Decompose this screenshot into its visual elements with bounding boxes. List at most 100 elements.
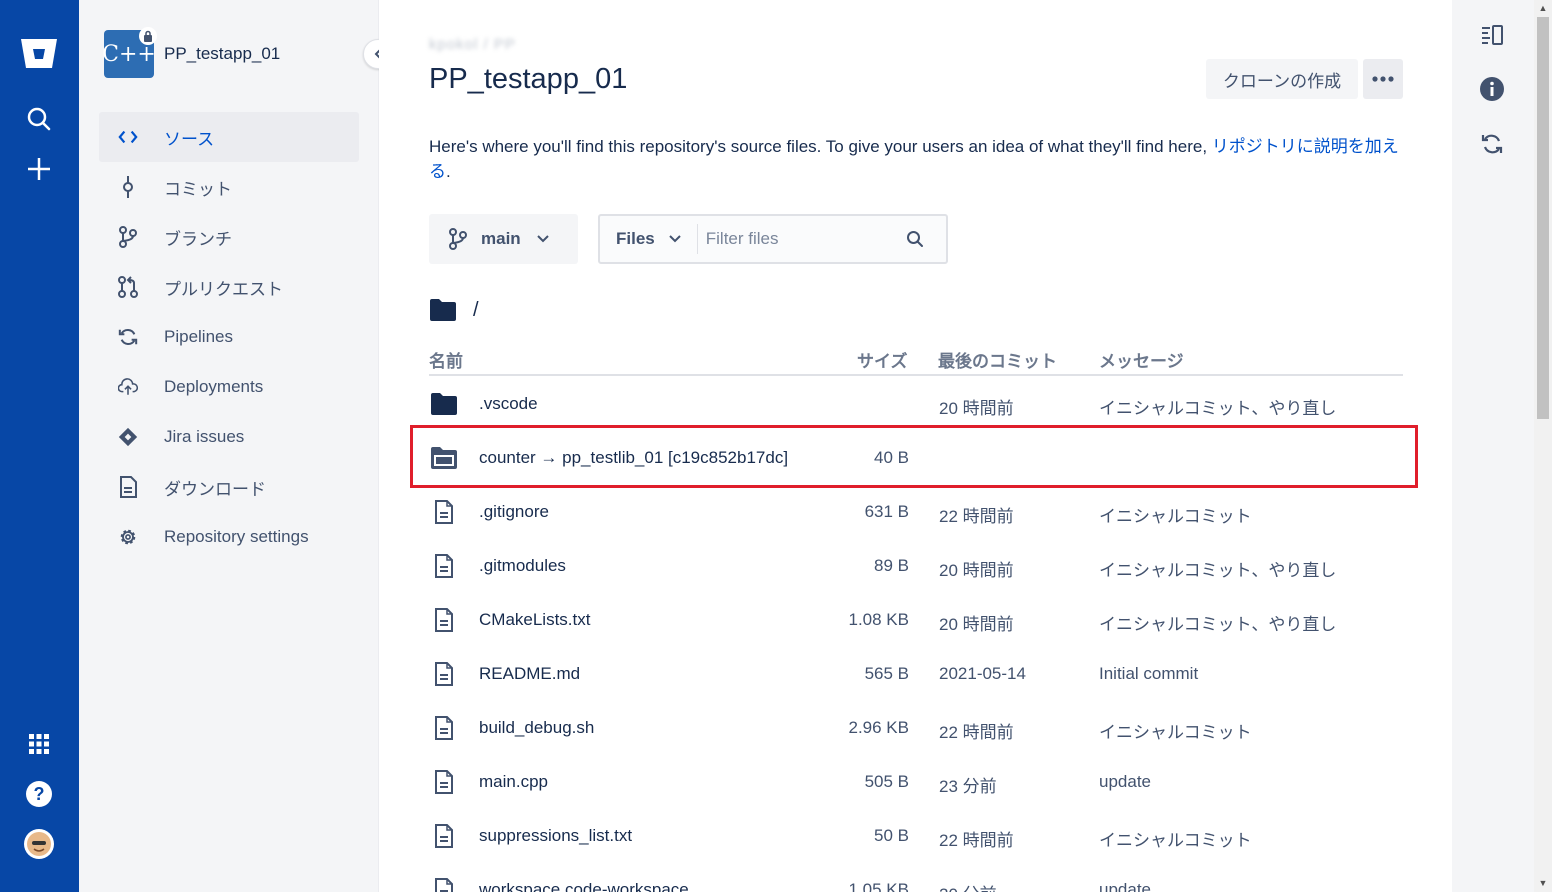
commit-message[interactable]: イニシャルコミット: [1099, 718, 1252, 743]
file-icon: [429, 551, 459, 581]
more-icon: [1372, 76, 1394, 82]
app-switcher-icon[interactable]: [19, 724, 59, 764]
current-path: /: [429, 298, 479, 322]
file-size: 89 B: [874, 556, 909, 575]
commit-message[interactable]: イニシャルコミット: [1099, 826, 1252, 851]
info-icon[interactable]: [1477, 74, 1507, 104]
sidebar-item-label: Repository settings: [164, 527, 309, 546]
column-header-message[interactable]: メッセージ: [1099, 347, 1184, 372]
branch-selector[interactable]: main: [429, 214, 578, 264]
commit-message[interactable]: イニシャルコミット、やり直し: [1099, 556, 1336, 581]
clone-button[interactable]: クローンの作成: [1206, 59, 1358, 99]
file-name-link[interactable]: .vscode: [479, 394, 538, 414]
right-panel: [1452, 0, 1534, 892]
sidebar-item-label: Pipelines: [164, 327, 233, 346]
file-name-link[interactable]: workspace.code-workspace: [479, 880, 689, 892]
sidebar-item-label: コミット: [164, 179, 232, 199]
filter-files-input[interactable]: [705, 229, 906, 249]
breadcrumb[interactable]: kpokol / PP: [429, 36, 516, 53]
file-size: 565 B: [864, 664, 909, 683]
create-plus-icon[interactable]: [19, 149, 59, 189]
file-size: 2.96 KB: [848, 718, 910, 737]
search-icon[interactable]: [906, 230, 924, 248]
scroll-up-arrow[interactable]: ▲: [1538, 3, 1548, 13]
table-row[interactable]: main.cpp 505 B 23 分前 update: [429, 755, 1403, 809]
highlight-box: [410, 425, 1418, 488]
gear-icon: [118, 527, 138, 547]
sidebar-item-branches[interactable]: ブランチ: [99, 212, 359, 262]
commit-message[interactable]: イニシャルコミット: [1099, 502, 1252, 527]
user-avatar[interactable]: [19, 824, 59, 864]
file-icon: [429, 659, 459, 689]
source-code-icon: [118, 127, 138, 147]
file-name-link[interactable]: README.md: [479, 664, 580, 684]
last-commit-date: 22 時間前: [939, 831, 1014, 850]
bitbucket-logo-icon[interactable]: [19, 33, 59, 73]
last-commit-date: 22 時間前: [939, 507, 1014, 526]
sidebar-item-pipelines[interactable]: Pipelines: [99, 312, 359, 362]
download-icon: [118, 476, 138, 498]
scroll-down-arrow[interactable]: ▼: [1538, 878, 1548, 888]
table-row[interactable]: README.md 565 B 2021-05-14 Initial commit: [429, 647, 1403, 701]
commit-message[interactable]: イニシャルコミット、やり直し: [1099, 394, 1336, 419]
description-text: Here's where you'll find this repository…: [429, 137, 1212, 156]
search-icon[interactable]: [19, 99, 59, 139]
file-size: 631 B: [864, 502, 909, 521]
branch-name: main: [481, 229, 521, 248]
column-header-size[interactable]: サイズ: [857, 347, 908, 372]
file-icon: [429, 767, 459, 797]
file-icon: [429, 605, 459, 635]
refresh-icon[interactable]: [1477, 129, 1507, 159]
filter-type-dropdown[interactable]: Files: [616, 229, 655, 249]
folder-icon: [430, 299, 456, 321]
sidebar-item-repository-settings[interactable]: Repository settings: [99, 512, 359, 562]
column-header-last-commit[interactable]: 最後のコミット: [938, 347, 1057, 372]
path-text[interactable]: /: [473, 299, 479, 322]
sidebar-item-source[interactable]: ソース: [99, 112, 359, 162]
more-actions-button[interactable]: [1363, 59, 1403, 99]
repo-name[interactable]: PP_testapp_01: [164, 44, 280, 64]
file-name-link[interactable]: build_debug.sh: [479, 718, 594, 738]
file-icon: [429, 713, 459, 743]
repo-avatar-text: C++: [102, 41, 156, 67]
last-commit-date: 20 時間前: [939, 561, 1014, 580]
sidebar-item-jira-issues[interactable]: Jira issues: [99, 412, 359, 462]
commit-icon: [118, 176, 138, 198]
commit-message[interactable]: update: [1099, 772, 1151, 792]
file-tree-icon[interactable]: [1477, 20, 1507, 50]
commit-message[interactable]: update: [1099, 880, 1151, 892]
lock-icon: [139, 27, 157, 45]
sidebar-item-deployments[interactable]: Deployments: [99, 362, 359, 412]
sidebar-item-pull-requests[interactable]: プルリクエスト: [99, 262, 359, 312]
sidebar: C++ PP_testapp_01 ソース コミット ブランチ プルリクエスト …: [79, 0, 393, 892]
table-row[interactable]: CMakeLists.txt 1.08 KB 20 時間前 イニシャルコミット、やり直…: [429, 593, 1403, 647]
commit-message[interactable]: Initial commit: [1099, 664, 1198, 684]
table-row[interactable]: .gitignore 631 B 22 時間前 イニシャルコミット: [429, 485, 1403, 539]
chevron-down-icon[interactable]: [669, 235, 681, 243]
file-name-link[interactable]: .gitignore: [479, 502, 549, 522]
scroll-thumb[interactable]: [1537, 17, 1549, 419]
table-row[interactable]: suppressions_list.txt 50 B 22 時間前 イニシャルコミット: [429, 809, 1403, 863]
chevron-down-icon: [536, 235, 549, 243]
deployments-icon: [118, 377, 138, 397]
file-name-link[interactable]: .gitmodules: [479, 556, 566, 576]
repo-description: Here's where you'll find this repository…: [429, 134, 1404, 184]
file-name-link[interactable]: suppressions_list.txt: [479, 826, 632, 846]
branch-icon: [118, 226, 138, 248]
file-icon: [429, 821, 459, 851]
table-row[interactable]: .vscode 20 時間前 イニシャルコミット、やり直し: [429, 377, 1403, 431]
table-row[interactable]: .gitmodules 89 B 20 時間前 イニシャルコミット、やり直し: [429, 539, 1403, 593]
column-header-name[interactable]: 名前: [429, 347, 463, 372]
file-name-link[interactable]: main.cpp: [479, 772, 548, 792]
commit-message[interactable]: イニシャルコミット、やり直し: [1099, 610, 1336, 635]
file-name-link[interactable]: CMakeLists.txt: [479, 610, 590, 630]
sidebar-item-label: ダウンロード: [164, 479, 266, 499]
sidebar-item-downloads[interactable]: ダウンロード: [99, 462, 359, 512]
sidebar-item-label: Jira issues: [164, 427, 245, 446]
table-row[interactable]: workspace.code-workspace 1.05 KB 20 分前 upda…: [429, 863, 1403, 892]
table-row[interactable]: build_debug.sh 2.96 KB 22 時間前 イニシャルコミット: [429, 701, 1403, 755]
sidebar-item-commits[interactable]: コミット: [99, 162, 359, 212]
sidebar-item-label: ソース: [164, 129, 215, 149]
help-icon[interactable]: ?: [19, 774, 59, 814]
vertical-scrollbar[interactable]: ▲ ▼: [1534, 0, 1552, 892]
